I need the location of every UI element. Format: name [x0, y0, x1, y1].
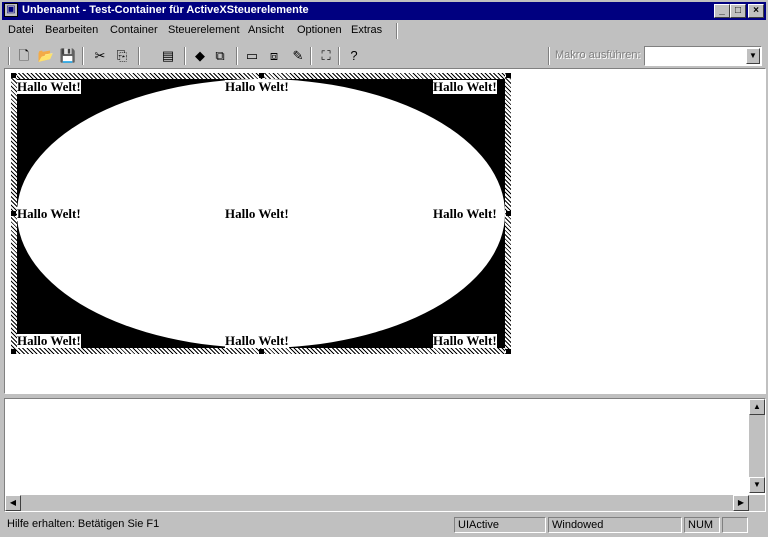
- menu-bearbeiten[interactable]: Bearbeiten: [45, 24, 98, 36]
- invoke-icon[interactable]: ✎: [288, 46, 308, 66]
- close-button[interactable]: ×: [748, 4, 764, 18]
- insert-object-icon[interactable]: ⧉: [210, 46, 230, 66]
- toolbar-separator: [338, 47, 340, 65]
- hello-label-top-right: Hallo Welt!: [433, 79, 497, 94]
- resize-handle-nw[interactable]: [11, 73, 16, 78]
- resize-handle-w[interactable]: [11, 211, 16, 216]
- horizontal-scrollbar[interactable]: ◀ ▶: [5, 495, 749, 511]
- macro-combo[interactable]: ▼: [644, 46, 762, 66]
- menu-ansicht[interactable]: Ansicht: [248, 24, 284, 36]
- size-grip-icon[interactable]: [749, 495, 765, 511]
- macro-label: Makro ausführen:: [555, 49, 641, 61]
- toolbar: 🗋 📂 💾 ✂ ⎘ ▤ ◆ ⧉ ▭ ⧈ ✎ ⛶ ? Makro ausführe…: [2, 44, 766, 68]
- insert-control-icon[interactable]: ◆: [190, 46, 210, 66]
- chevron-down-icon[interactable]: ▼: [746, 48, 760, 64]
- resize-handle-ne[interactable]: [506, 73, 511, 78]
- help-icon[interactable]: ?: [344, 46, 364, 66]
- resize-handle-n[interactable]: [259, 73, 264, 78]
- hello-label-middle-left: Hallo Welt!: [17, 206, 81, 221]
- menu-optionen[interactable]: Optionen: [297, 24, 342, 36]
- new-file-icon[interactable]: 🗋: [14, 46, 34, 66]
- container-view[interactable]: Hallo Welt! Hallo Welt! Hallo Welt! Hall…: [4, 68, 766, 394]
- copy-icon[interactable]: ⎘: [112, 46, 132, 66]
- hello-label-top-left: Hallo Welt!: [17, 79, 81, 94]
- scroll-up-icon[interactable]: ▲: [749, 399, 765, 415]
- vertical-scrollbar[interactable]: ▲ ▼: [749, 399, 765, 493]
- minimize-button[interactable]: _: [714, 4, 730, 18]
- grid-icon[interactable]: ⛶: [316, 46, 336, 66]
- hello-label-center: Hallo Welt!: [225, 206, 289, 221]
- status-num-lock: NUM: [684, 517, 720, 533]
- hello-label-middle-right: Hallo Welt!: [433, 206, 497, 221]
- status-mode: Windowed: [548, 517, 682, 533]
- menu-container[interactable]: Container: [110, 24, 158, 36]
- toolbar-separator: [138, 47, 140, 65]
- toolbar-separator: [236, 47, 238, 65]
- maximize-button[interactable]: □: [730, 4, 746, 18]
- menu-extras[interactable]: Extras: [351, 24, 382, 36]
- control-properties-icon[interactable]: ▭: [242, 46, 262, 66]
- open-folder-icon[interactable]: 📂: [36, 46, 56, 66]
- status-state: UIActive: [454, 517, 546, 533]
- menu-separator: [396, 23, 398, 39]
- toolbar-separator: [82, 47, 84, 65]
- resize-handle-s[interactable]: [259, 349, 264, 354]
- window-title: Unbenannt - Test-Container für ActiveXSt…: [22, 4, 309, 16]
- status-empty-pane: [722, 517, 748, 533]
- status-help-text: Hilfe erhalten: Betätigen Sie F1: [7, 518, 160, 530]
- hello-label-bottom-center: Hallo Welt!: [225, 333, 289, 348]
- resize-handle-e[interactable]: [506, 211, 511, 216]
- toolbar-separator: [310, 47, 312, 65]
- event-log-pane[interactable]: ▲ ▼ ◀ ▶: [4, 398, 766, 512]
- save-icon[interactable]: 💾: [58, 46, 78, 66]
- app-system-menu-icon[interactable]: ▣: [4, 3, 18, 17]
- resize-handle-se[interactable]: [506, 349, 511, 354]
- activex-control[interactable]: Hallo Welt! Hallo Welt! Hallo Welt! Hall…: [11, 73, 511, 354]
- scroll-right-icon[interactable]: ▶: [733, 495, 749, 511]
- toolbar-separator: [548, 47, 550, 65]
- scroll-down-icon[interactable]: ▼: [749, 477, 765, 493]
- resize-handle-sw[interactable]: [11, 349, 16, 354]
- menu-bar: Datei Bearbeiten Container Steuerelement…: [2, 21, 766, 41]
- hello-label-bottom-right: Hallo Welt!: [433, 333, 497, 348]
- properties-icon[interactable]: ▤: [158, 46, 178, 66]
- hello-label-top-center: Hallo Welt!: [225, 79, 289, 94]
- menu-datei[interactable]: Datei: [8, 24, 34, 36]
- status-bar: Hilfe erhalten: Betätigen Sie F1 UIActiv…: [2, 515, 766, 535]
- hello-label-bottom-left: Hallo Welt!: [17, 333, 81, 348]
- toolbar-grip: [8, 47, 10, 65]
- title-bar[interactable]: ▣ Unbenannt - Test-Container für ActiveX…: [2, 2, 766, 20]
- menu-steuerelement[interactable]: Steuerelement: [168, 24, 240, 36]
- toolbar-separator: [184, 47, 186, 65]
- cut-icon[interactable]: ✂: [90, 46, 110, 66]
- methods-icon[interactable]: ⧈: [264, 46, 284, 66]
- scroll-left-icon[interactable]: ◀: [5, 495, 21, 511]
